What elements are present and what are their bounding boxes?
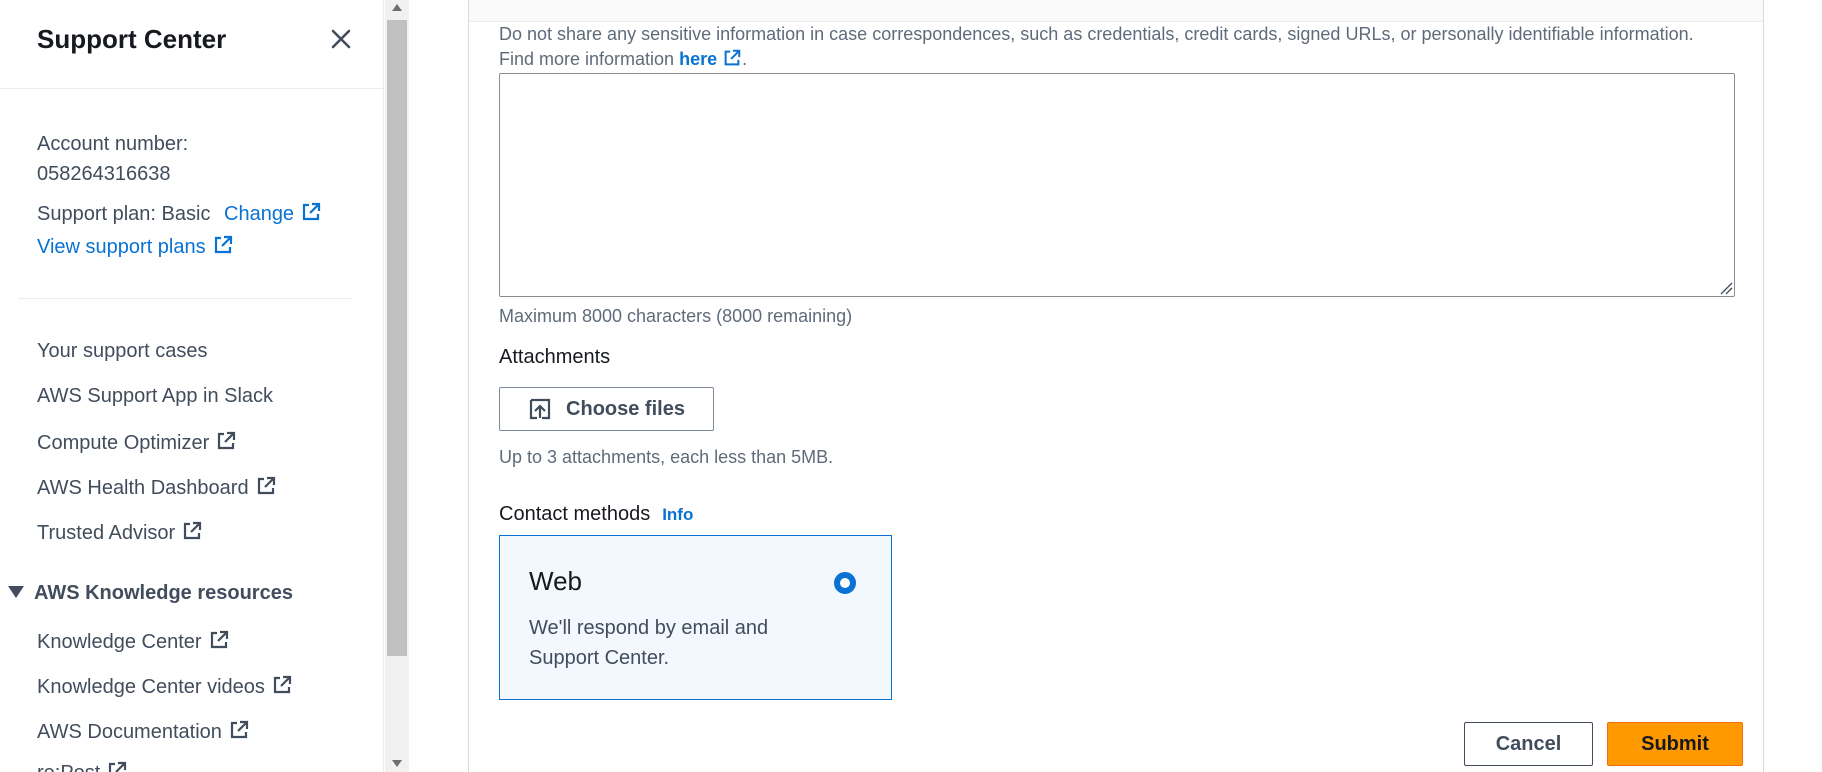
warning-text: Do not share any sensitive information i… xyxy=(499,24,1694,44)
external-link-icon xyxy=(228,719,250,741)
external-link-icon xyxy=(106,760,128,772)
nav-health-dashboard[interactable]: AWS Health Dashboard xyxy=(37,475,277,500)
choose-files-button[interactable]: Choose files xyxy=(499,387,714,431)
submit-button[interactable]: Submit xyxy=(1607,722,1743,766)
account-number-label: Account number: xyxy=(37,133,189,155)
scrollbar-thumb[interactable] xyxy=(387,20,407,656)
attachments-hint: Up to 3 attachments, each less than 5MB. xyxy=(499,447,834,467)
nav-trusted-advisor[interactable]: Trusted Advisor xyxy=(37,520,203,545)
external-link-icon xyxy=(300,201,322,223)
info-link[interactable]: Info xyxy=(662,505,693,524)
scroll-up-arrow-icon[interactable] xyxy=(392,4,402,11)
contact-method-title: Web xyxy=(529,566,582,596)
contact-method-description: We'll respond by email and Support Cente… xyxy=(529,617,769,669)
nav-aws-documentation[interactable]: AWS Documentation xyxy=(37,719,250,744)
knowledge-resources-toggle[interactable]: AWS Knowledge resources xyxy=(8,582,293,605)
change-plan-link[interactable]: Change xyxy=(224,201,322,225)
find-more-here-link[interactable]: here xyxy=(679,49,742,69)
contact-methods-label: Contact methods xyxy=(499,503,651,525)
find-more-row: Find more information here. xyxy=(499,49,748,69)
external-link-icon xyxy=(212,234,234,256)
account-number-value: 058264316638 xyxy=(37,163,171,185)
sensitive-info-warning: Do not share any sensitive information i… xyxy=(499,22,1739,72)
char-limit-hint: Maximum 8000 characters (8000 remaining) xyxy=(499,306,853,326)
external-link-icon xyxy=(722,48,742,68)
case-description-textarea[interactable] xyxy=(499,73,1735,297)
external-link-icon xyxy=(255,475,277,497)
caret-down-icon xyxy=(8,586,24,598)
upload-icon xyxy=(529,398,551,420)
card-top-strip xyxy=(469,0,1763,22)
sidebar-scrollbar[interactable] xyxy=(385,0,409,772)
nav-knowledge-center[interactable]: Knowledge Center xyxy=(37,629,230,654)
external-link-icon xyxy=(271,674,293,696)
contact-methods-row: Contact methods Info xyxy=(499,503,693,526)
external-link-icon xyxy=(181,520,203,542)
attachments-label: Attachments xyxy=(499,346,611,368)
support-plan-row: Support plan: Basic Change xyxy=(37,201,322,226)
contact-method-radio[interactable] xyxy=(834,572,856,594)
case-form-card: Do not share any sensitive information i… xyxy=(468,0,1764,772)
main-content: Do not share any sensitive information i… xyxy=(409,0,1822,772)
support-center-panel: Support Center Account number: 058264316… xyxy=(0,0,384,772)
nav-compute-optimizer[interactable]: Compute Optimizer xyxy=(37,430,237,455)
panel-title: Support Center xyxy=(37,24,227,54)
scroll-down-arrow-icon[interactable] xyxy=(392,760,402,767)
nav-support-app-slack[interactable]: AWS Support App in Slack xyxy=(37,385,273,408)
external-link-icon xyxy=(215,430,237,452)
nav-your-support-cases[interactable]: Your support cases xyxy=(37,340,207,363)
resize-handle-icon[interactable] xyxy=(1719,281,1733,295)
contact-method-web-tile[interactable]: Web We'll respond by email and Support C… xyxy=(499,535,892,700)
support-plan-label: Support plan: Basic xyxy=(37,203,211,225)
cancel-button[interactable]: Cancel xyxy=(1464,722,1593,766)
nav-repost[interactable]: re:Post xyxy=(37,760,128,772)
external-link-icon xyxy=(208,629,230,651)
divider xyxy=(0,88,383,89)
nav-knowledge-center-videos[interactable]: Knowledge Center videos xyxy=(37,674,293,699)
view-support-plans-link[interactable]: View support plans xyxy=(37,234,234,259)
close-icon[interactable] xyxy=(326,24,356,54)
divider xyxy=(18,298,352,299)
